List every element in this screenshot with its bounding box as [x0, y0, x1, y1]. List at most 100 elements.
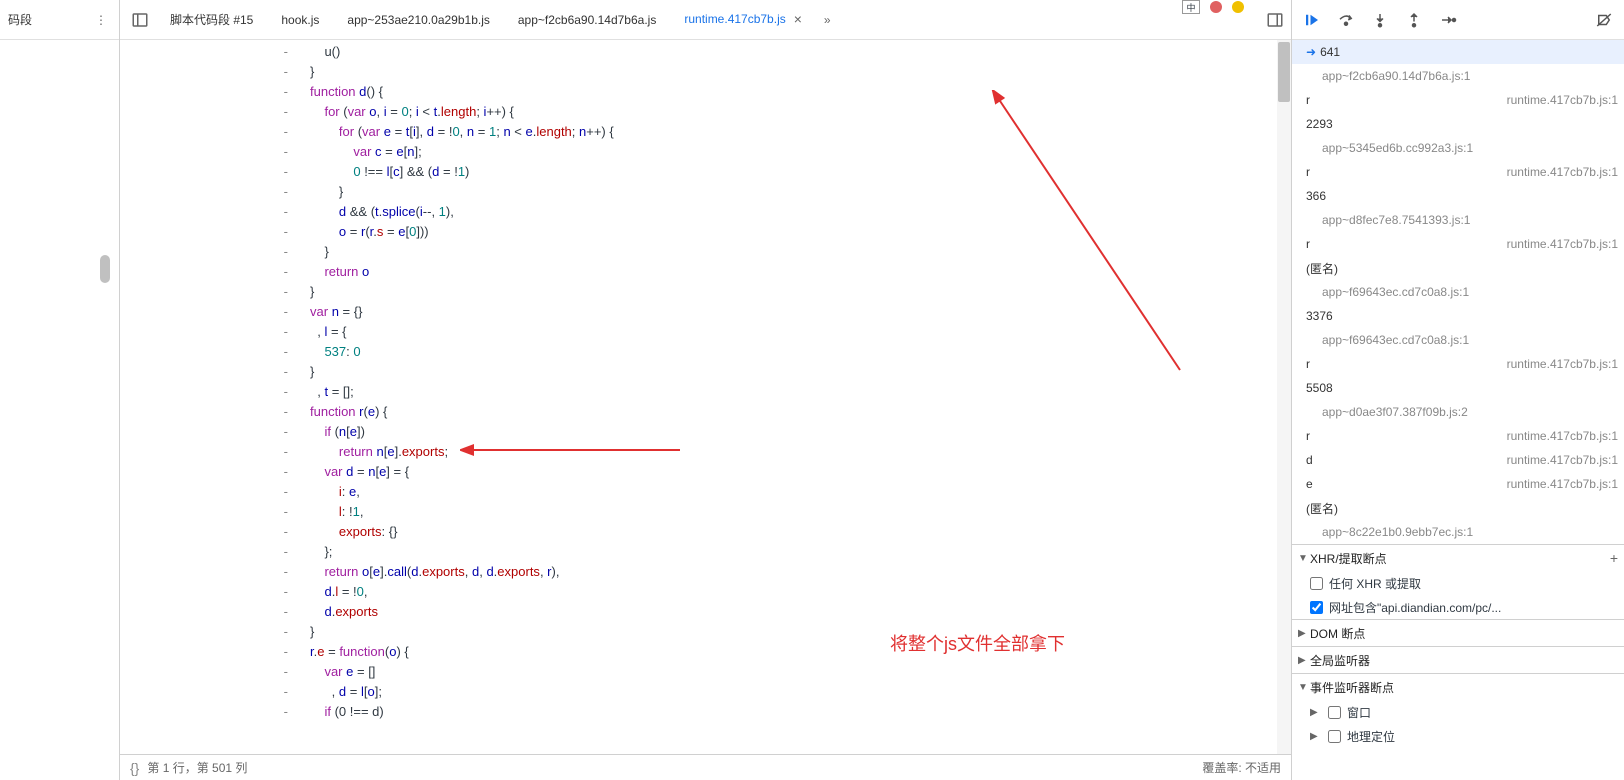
frame-location: runtime.417cb7b.js:1 — [1507, 477, 1618, 491]
frame-name: r — [1306, 165, 1507, 179]
tab-overflow-icon[interactable]: » — [816, 0, 839, 39]
status-bar: {} 第 1 行，第 501 列 覆盖率: 不适用 — [120, 754, 1291, 780]
callstack-source-1[interactable]: app~f2cb6a90.14d7b6a.js:1 — [1292, 64, 1624, 88]
callstack-frame-13[interactable]: rruntime.417cb7b.js:1 — [1292, 352, 1624, 376]
dom-breakpoints-section: ▶ DOM 断点 — [1292, 619, 1624, 646]
callstack-source-15[interactable]: app~d0ae3f07.387f09b.js:2 — [1292, 400, 1624, 424]
frame-name: 5508 — [1306, 381, 1618, 395]
global-listeners-section: ▶ 全局监听器 — [1292, 646, 1624, 673]
tab-label: runtime.417cb7b.js — [684, 12, 785, 26]
navigator-toggle-icon[interactable] — [124, 0, 156, 39]
callstack-frame-2[interactable]: rruntime.417cb7b.js:1 — [1292, 88, 1624, 112]
chevron-right-icon: ▶ — [1310, 731, 1322, 742]
category-label: 窗口 — [1347, 704, 1371, 721]
more-icon[interactable]: ⋮ — [91, 10, 111, 30]
chevron-right-icon: ▶ — [1310, 707, 1322, 718]
snippets-sidebar: 码段 ⋮ — [0, 0, 120, 780]
tab-label: app~f2cb6a90.14d7b6a.js — [518, 13, 656, 27]
add-breakpoint-icon[interactable]: + — [1610, 550, 1618, 566]
debug-toolbar — [1292, 0, 1624, 40]
tab-label: hook.js — [281, 13, 319, 27]
breakpoint-label: 任何 XHR 或提取 — [1329, 575, 1421, 592]
dom-section-header[interactable]: ▶ DOM 断点 — [1292, 620, 1624, 646]
step-into-icon[interactable] — [1364, 4, 1396, 36]
callstack-frame-17[interactable]: druntime.417cb7b.js:1 — [1292, 448, 1624, 472]
step-out-icon[interactable] — [1398, 4, 1430, 36]
callstack-frame-16[interactable]: rruntime.417cb7b.js:1 — [1292, 424, 1624, 448]
callstack-frame-14[interactable]: 5508 — [1292, 376, 1624, 400]
chevron-right-icon: ▶ — [1298, 628, 1310, 639]
callstack-source-10[interactable]: app~f69643ec.cd7c0a8.js:1 — [1292, 280, 1624, 304]
checkbox[interactable] — [1310, 601, 1323, 614]
frame-name: 2293 — [1306, 117, 1618, 131]
code-text[interactable]: u()}function d() { for (var o, i = 0; i … — [310, 40, 1291, 754]
status-dot-yellow — [1232, 1, 1244, 13]
tab-3[interactable]: app~f2cb6a90.14d7b6a.js — [504, 0, 670, 39]
editor-scrollbar[interactable] — [1277, 40, 1291, 754]
ime-indicator: 中 — [1182, 0, 1200, 14]
callstack-frame-11[interactable]: 3376 — [1292, 304, 1624, 328]
coverage-status: 覆盖率: 不适用 — [1202, 759, 1281, 776]
debugger-panel: ➜641app~f2cb6a90.14d7b6a.js:1rruntime.41… — [1292, 0, 1624, 780]
resume-icon[interactable] — [1296, 4, 1328, 36]
tab-label: 脚本代码段 #15 — [170, 11, 253, 28]
xhr-section-header[interactable]: ▼ XHR/提取断点 + — [1292, 545, 1624, 571]
frame-name: r — [1306, 237, 1507, 251]
callstack-frame-18[interactable]: eruntime.417cb7b.js:1 — [1292, 472, 1624, 496]
frame-name: e — [1306, 477, 1507, 491]
pretty-print-icon[interactable]: {} — [130, 760, 139, 776]
tab-4[interactable]: runtime.417cb7b.js × — [670, 0, 816, 39]
xhr-breakpoint-1[interactable]: 网址包含"api.diandian.com/pc/... — [1292, 595, 1624, 619]
sidebar-title: 码段 — [8, 11, 91, 28]
frame-name: 641 — [1320, 45, 1618, 59]
cursor-position: 第 1 行，第 501 列 — [147, 759, 247, 776]
frame-name: (匿名) — [1306, 500, 1618, 517]
chevron-down-icon: ▼ — [1298, 682, 1310, 693]
step-over-icon[interactable] — [1330, 4, 1362, 36]
code-editor-area: 脚本代码段 #15 hook.js app~253ae210.0a29b1b.js a… — [120, 0, 1292, 780]
frame-location: runtime.417cb7b.js:1 — [1507, 93, 1618, 107]
tab-0[interactable]: 脚本代码段 #15 — [156, 0, 267, 39]
chevron-down-icon: ▼ — [1298, 553, 1310, 564]
editor[interactable]: ---------------------------------- u()}f… — [120, 40, 1291, 754]
checkbox[interactable] — [1328, 706, 1341, 719]
show-source-list-icon[interactable] — [1259, 0, 1291, 39]
tab-bar: 脚本代码段 #15 hook.js app~253ae210.0a29b1b.js a… — [120, 0, 1291, 40]
callstack-source-7[interactable]: app~d8fec7e8.7541393.js:1 — [1292, 208, 1624, 232]
deactivate-breakpoints-icon[interactable] — [1588, 4, 1620, 36]
frame-name: r — [1306, 93, 1507, 107]
category-label: 地理定位 — [1347, 728, 1395, 745]
callstack-frame-9[interactable]: (匿名) — [1292, 256, 1624, 280]
event-category-0[interactable]: ▶ 窗口 — [1292, 700, 1624, 724]
frame-name: (匿名) — [1306, 260, 1618, 277]
breakpoint-label: 网址包含"api.diandian.com/pc/... — [1329, 599, 1501, 616]
xhr-breakpoint-0[interactable]: 任何 XHR 或提取 — [1292, 571, 1624, 595]
callstack-frame-3[interactable]: 2293 — [1292, 112, 1624, 136]
callstack-frame-0[interactable]: ➜ 641 — [1292, 40, 1624, 64]
checkbox[interactable] — [1310, 577, 1323, 590]
event-section-header[interactable]: ▼ 事件监听器断点 — [1292, 674, 1624, 700]
callstack-source-20[interactable]: app~8c22e1b0.9ebb7ec.js:1 — [1292, 520, 1624, 544]
editor-scrollbar-thumb[interactable] — [1278, 42, 1290, 102]
global-section-header[interactable]: ▶ 全局监听器 — [1292, 647, 1624, 673]
event-listener-breakpoints-section: ▼ 事件监听器断点 ▶ 窗口 ▶ 地理定位 — [1292, 673, 1624, 748]
tab-label: app~253ae210.0a29b1b.js — [347, 13, 489, 27]
callstack-source-12[interactable]: app~f69643ec.cd7c0a8.js:1 — [1292, 328, 1624, 352]
close-icon[interactable]: × — [794, 11, 802, 27]
callstack-frame-5[interactable]: rruntime.417cb7b.js:1 — [1292, 160, 1624, 184]
tab-2[interactable]: app~253ae210.0a29b1b.js — [333, 0, 503, 39]
status-dot-red — [1210, 1, 1222, 13]
current-frame-icon: ➜ — [1306, 45, 1316, 59]
callstack-source-4[interactable]: app~5345ed6b.cc992a3.js:1 — [1292, 136, 1624, 160]
xhr-breakpoints-section: ▼ XHR/提取断点 + 任何 XHR 或提取网址包含"api.diandian… — [1292, 544, 1624, 619]
frame-location: runtime.417cb7b.js:1 — [1507, 237, 1618, 251]
checkbox[interactable] — [1328, 730, 1341, 743]
tab-1[interactable]: hook.js — [267, 0, 333, 39]
callstack-frame-8[interactable]: rruntime.417cb7b.js:1 — [1292, 232, 1624, 256]
callstack-frame-19[interactable]: (匿名) — [1292, 496, 1624, 520]
callstack-frame-6[interactable]: 366 — [1292, 184, 1624, 208]
step-icon[interactable] — [1432, 4, 1464, 36]
sidebar-scrollbar-thumb[interactable] — [100, 255, 110, 283]
event-category-1[interactable]: ▶ 地理定位 — [1292, 724, 1624, 748]
frame-name: r — [1306, 357, 1507, 371]
